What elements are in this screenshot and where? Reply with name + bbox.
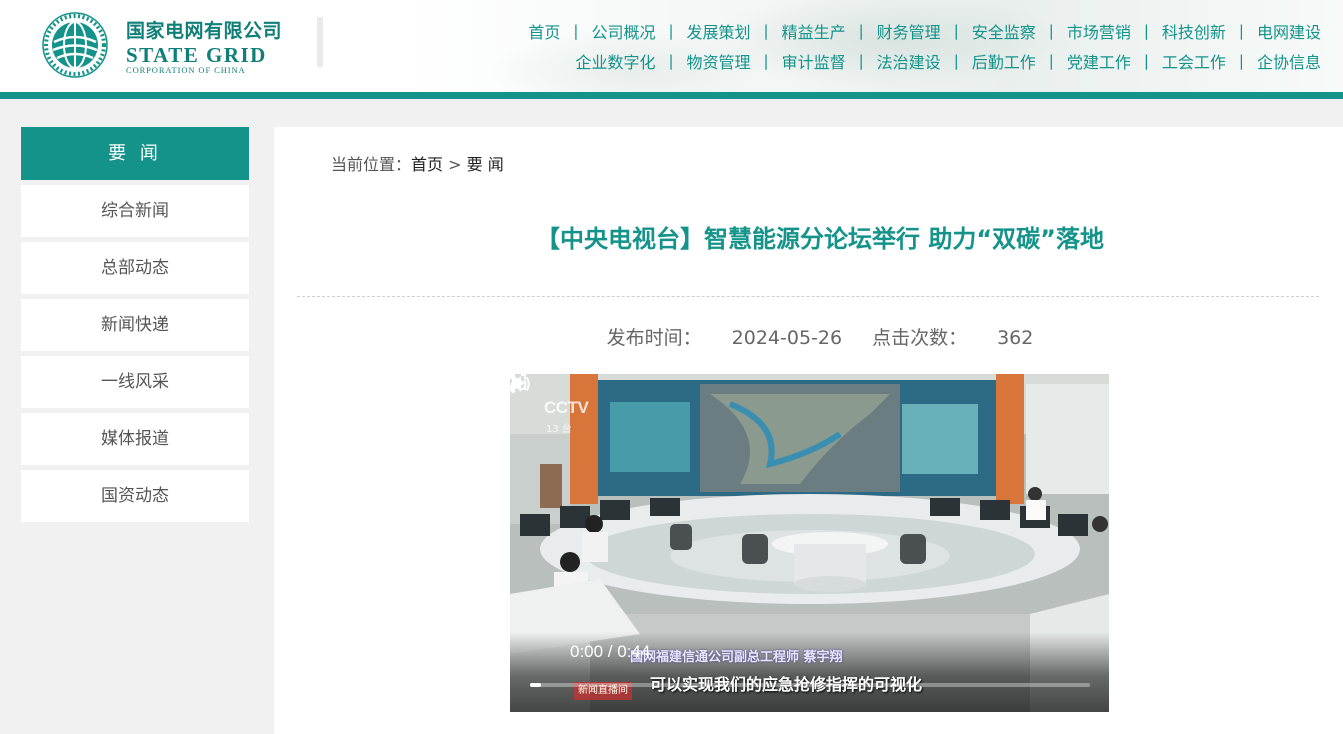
header-decoration [330,0,1343,92]
nav-item-enterprise-association[interactable]: 企协信息 [1257,49,1321,73]
nav-separator: | [858,22,864,40]
click-count: 点击次数： 362 [872,327,1033,349]
nav-item-safety-supervision[interactable]: 安全监察 [972,19,1036,43]
article-title: 【中央电视台】智慧能源分论坛举行 助力“双碳”落地 [536,225,1104,253]
sidebar-item-sasac-news[interactable]: 国资动态 [21,470,249,522]
nav-item-audit[interactable]: 审计监督 [782,49,846,73]
breadcrumb-home-link[interactable]: 首页 [411,155,443,174]
nav-item-materials[interactable]: 物资管理 [687,49,751,73]
sidebar-item-frontline[interactable]: 一线风采 [21,356,249,408]
nav-separator: | [1238,52,1244,70]
breadcrumb-current[interactable]: 要 闻 [467,155,504,174]
nav-separator: | [953,52,959,70]
publish-label: 发布时间： [606,327,702,349]
nav-item-finance[interactable]: 财务管理 [877,19,941,43]
brand-divider [317,17,323,67]
brand-text[interactable]: 国家电网有限公司 STATE GRID CORPORATION OF CHINA [126,16,282,75]
sidebar-item-general-news[interactable]: 综合新闻 [21,185,249,237]
nav-item-legal[interactable]: 法治建设 [877,49,941,73]
nav-separator: | [668,22,674,40]
nav-item-home[interactable]: 首页 [528,19,560,43]
nav-separator: | [763,52,769,70]
video-caption-speaker: 国网福建信通公司副总工程师 蔡宇翔 [630,650,843,665]
nav-item-party-building[interactable]: 党建工作 [1067,49,1131,73]
sidebar-item-news-express[interactable]: 新闻快递 [21,299,249,351]
sidebar-heading[interactable]: 要 闻 [21,127,249,180]
site-header: 国家电网有限公司 STATE GRID CORPORATION OF CHINA… [0,0,1343,92]
cctv-channel: 13 台 [546,424,572,435]
sidebar-item-media-reports[interactable]: 媒体报道 [21,413,249,465]
nav-separator: | [858,52,864,70]
cctv-watermark: CCTV [544,398,589,417]
publish-time: 发布时间： 2024-05-26 [607,327,842,349]
nav-item-trade-union[interactable]: 工会工作 [1162,49,1226,73]
brand-name-en: STATE GRID [126,43,267,67]
nav-item-lean-production[interactable]: 精益生产 [782,19,846,43]
article-meta: 发布时间： 2024-05-26 点击次数： 362 [274,323,1343,350]
nav-separator: | [953,22,959,40]
breadcrumb-separator: > [443,155,467,174]
nav-item-tech-innovation[interactable]: 科技创新 [1162,19,1226,43]
nav-separator: | [1143,22,1149,40]
nav-item-digitalization[interactable]: 企业数字化 [575,49,655,73]
more-options-icon[interactable] [510,374,516,394]
nav-separator: | [763,22,769,40]
title-divider [297,296,1319,297]
clicks-value: 362 [997,327,1034,349]
sidebar-item-headquarters[interactable]: 总部动态 [21,242,249,294]
main-nav-row-1: 首页 | 公司概况 | 发展策划 | 精益生产 | 财务管理 | 安全监察 | … [528,19,1321,43]
nav-item-grid-construction[interactable]: 电网建设 [1257,19,1321,43]
nav-item-logistics[interactable]: 后勤工作 [972,49,1036,73]
nav-item-development-planning[interactable]: 发展策划 [687,19,751,43]
nav-separator: | [1238,22,1244,40]
nav-separator: | [573,22,579,40]
breadcrumb: 当前位置：首页 > 要 闻 [331,151,504,175]
nav-item-company-overview[interactable]: 公司概况 [591,19,655,43]
video-progress-bar[interactable] [530,683,1090,687]
main-nav-row-2: 企业数字化 | 物资管理 | 审计监督 | 法治建设 | 后勤工作 | 党建工作… [575,49,1321,73]
video-player[interactable]: CCTV 13 台 国网福建信通公司副总工程师 蔡宇翔 新闻直播间 可以实现我们… [510,374,1109,712]
video-time: 0:00 / 0:44 [570,642,651,661]
header-accent-bar [0,92,1343,99]
state-grid-logo-icon[interactable] [42,12,108,78]
brand-name-cn: 国家电网有限公司 [126,20,283,42]
video-progress-fill [530,683,542,687]
nav-separator: | [1048,22,1054,40]
nav-separator: | [1143,52,1149,70]
breadcrumb-prefix: 当前位置： [331,155,412,174]
sidebar: 要 闻 综合新闻 总部动态 新闻快递 一线风采 媒体报道 国资动态 [21,127,249,522]
publish-date: 2024-05-26 [731,327,843,349]
nav-separator: | [668,52,674,70]
nav-separator: | [1048,52,1054,70]
nav-item-marketing[interactable]: 市场营销 [1067,19,1131,43]
clicks-label: 点击次数： [872,327,968,349]
article-panel: 当前位置：首页 > 要 闻 【中央电视台】智慧能源分论坛举行 助力“双碳”落地 … [274,127,1343,734]
